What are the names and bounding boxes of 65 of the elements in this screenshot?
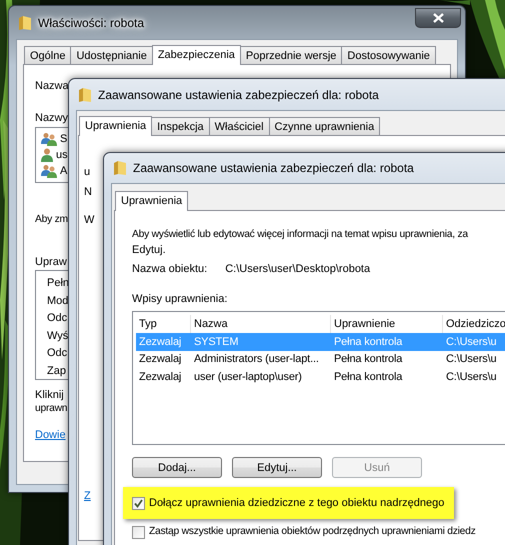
field-label: Nazwa xyxy=(35,79,69,93)
field-label: N xyxy=(84,185,92,199)
dialog-button[interactable]: Dodaj... xyxy=(132,457,222,478)
tab[interactable]: Ogólne xyxy=(24,46,72,64)
close-icon xyxy=(432,13,444,23)
permission-name: Pełn xyxy=(46,276,70,291)
checkbox-label[interactable]: Zastąp wszystkie uprawnienia obiektów podrzędnych uprawnieniami dziedz xyxy=(149,525,476,539)
table-cell-text: Administrators (user-lapt... xyxy=(193,353,320,366)
tab[interactable]: Czynne uprawnienia xyxy=(268,117,380,135)
permission-name: Odc xyxy=(46,346,68,362)
folder-icon xyxy=(18,14,32,30)
hint-text: Aby zm xyxy=(35,213,68,227)
list-item[interactable]: S xyxy=(60,132,68,146)
permission-name: Wyś xyxy=(46,328,70,344)
user-icon xyxy=(41,148,53,162)
field-label: Wpisy uprawnienia: xyxy=(132,292,228,306)
folder-icon xyxy=(113,160,127,176)
permission-name: Zap xyxy=(46,364,67,379)
table-cell-text: C:\Users\u xyxy=(445,370,498,383)
hint-text: uprawn xyxy=(35,402,68,416)
table-cell-text: C:\Users\u xyxy=(445,336,498,348)
close-button[interactable] xyxy=(415,8,461,28)
table-cell-text: user (user-laptop\user) xyxy=(193,370,303,383)
tab[interactable]: Uprawnienia xyxy=(115,191,188,211)
help-link[interactable]: Dowie xyxy=(35,429,66,441)
table-cell-text: Zezwalaj xyxy=(138,336,182,348)
checkbox[interactable] xyxy=(132,526,145,538)
window-title: Zaawansowane ustawienia zabezpieczeń dla: robota xyxy=(98,88,379,102)
checkbox-label[interactable]: Dołącz uprawnienia dziedziczne z tego obiektu nadrzędnego xyxy=(149,496,444,510)
link[interactable]: Z xyxy=(84,490,91,502)
tab[interactable]: Zabezpieczenia xyxy=(152,45,241,65)
window-title: Zaawansowane ustawienia zabezpieczeń dla: robota xyxy=(133,161,414,175)
tab[interactable]: Udostępnianie xyxy=(70,46,153,64)
list-item[interactable]: A xyxy=(60,164,68,178)
folder-icon xyxy=(78,86,92,102)
table-cell-text: Zezwalaj xyxy=(138,370,182,383)
table-cell-text: C:\Users\u xyxy=(445,353,498,366)
permission-name: Mod xyxy=(46,294,70,309)
info-text: u xyxy=(84,165,90,179)
user-group-icon xyxy=(41,164,57,178)
list-item[interactable]: us xyxy=(56,148,68,162)
table-cell-text: Zezwalaj xyxy=(138,353,182,366)
field-label: Nazwy xyxy=(35,111,68,125)
tab[interactable]: Dostosowywanie xyxy=(341,46,436,64)
table-cell-text: Pełna kontrola xyxy=(333,353,404,366)
dialog-button[interactable]: Edytuj... xyxy=(232,457,322,478)
tab[interactable]: Właściciel xyxy=(208,117,270,135)
window-title: Właściwości: robota xyxy=(38,16,144,30)
hint-text: Kliknij xyxy=(35,388,64,402)
field-label: Upraw xyxy=(35,255,67,269)
tab[interactable]: Poprzednie wersje xyxy=(240,46,342,64)
table-cell-text: Pełna kontrola xyxy=(333,336,404,348)
permission-name: Odc xyxy=(46,311,68,326)
table-row[interactable]: Zezwalaj user (user-laptop\user) Pełna kontrola C:\Users\u xyxy=(136,368,505,386)
info-text: Edytuj. xyxy=(132,243,166,257)
tab[interactable]: Uprawnienia xyxy=(79,116,152,136)
user-group-icon xyxy=(41,132,57,146)
field-label: W xyxy=(84,213,94,227)
checkbox[interactable] xyxy=(132,496,145,510)
table-cell-text: Pełna kontrola xyxy=(333,370,404,383)
info-text: Aby wyświetlić lub edytować więcej informacji na temat wpisu uprawnienia, za xyxy=(132,228,468,242)
table-cell-text: SYSTEM xyxy=(193,336,240,348)
object-name: Nazwa obiektu: C:\Users\user\Desktop\robota xyxy=(132,262,370,276)
table-row[interactable]: Zezwalaj Administrators (user-lapt... Pełna kontrola C:\Users\u xyxy=(136,350,505,368)
tab[interactable]: Inspekcja xyxy=(151,117,210,135)
